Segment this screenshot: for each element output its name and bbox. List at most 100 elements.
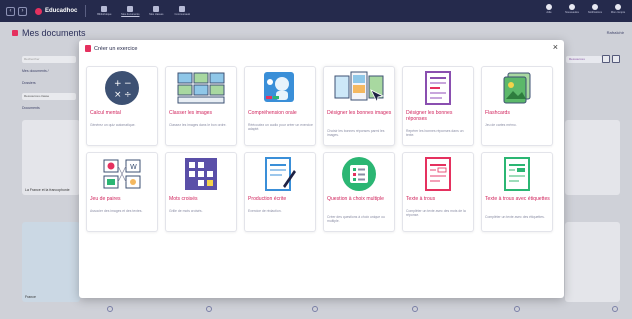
- card-designer-bonnes-reponses[interactable]: Désigner les bonnes réponses Repérer les…: [402, 66, 474, 146]
- image-gallery-icon: [166, 69, 236, 107]
- help-button[interactable]: Aide: [541, 4, 557, 14]
- exercise-icon: [85, 45, 91, 52]
- nav-bibliotheque[interactable]: Bibliothèque: [94, 6, 114, 16]
- card-question-choix-multiple[interactable]: Question à choix multiple Créer des ques…: [323, 152, 395, 232]
- card-title: Jeu de paires: [90, 196, 121, 202]
- calculator-icon: + − × ÷: [87, 69, 157, 107]
- filter-select[interactable]: Ressources: [566, 56, 602, 63]
- card-classer-images[interactable]: Classer les images Classez les images da…: [165, 66, 237, 146]
- svg-text:+: +: [114, 79, 122, 89]
- card-production-ecrite[interactable]: Production écrite Exercice de rédaction.: [244, 152, 316, 232]
- top-right-actions: Aide Nouveautés Notifications Mon compte: [541, 4, 626, 14]
- card-description: Créer des questions à choix unique ou mu…: [327, 215, 385, 224]
- folder-item[interactable]: Ressources classe: [22, 93, 76, 100]
- forward-icon[interactable]: ›: [18, 6, 27, 16]
- card-description: Générez un quiz automatique.: [90, 123, 136, 127]
- card-title: Compréhension orale: [248, 110, 297, 116]
- dialog-header: Créer un exercice: [85, 45, 137, 52]
- breadcrumb[interactable]: Mes documents /: [22, 69, 78, 73]
- card-description: Choisir les bonnes réponses parmi les im…: [327, 129, 385, 138]
- news-button[interactable]: Nouveautés: [564, 4, 580, 14]
- refresh-link[interactable]: Rafraîchir: [607, 30, 624, 35]
- separator: [85, 5, 87, 17]
- notifications-button[interactable]: Notifications: [587, 4, 603, 14]
- card-designer-bonnes-images[interactable]: Désigner les bonnes images Choisir les b…: [323, 66, 395, 146]
- writing-icon: [245, 155, 315, 193]
- card-description: Associer des images et des textes.: [90, 209, 143, 213]
- user-avatar-icon: [615, 4, 621, 10]
- fill-blanks-icon: [403, 155, 473, 193]
- card-title: Calcul mental: [90, 110, 121, 116]
- nav-communaute[interactable]: Communauté: [172, 6, 192, 16]
- bell-icon: [592, 4, 598, 10]
- dialog-title: Créer un exercice: [94, 45, 138, 52]
- documents-icon: [127, 6, 134, 12]
- card-texte-trous-etiquettes[interactable]: Texte à trous avec étiquettes Compléter …: [481, 152, 553, 232]
- card-mots-croises[interactable]: Mots croisés Grille de mots croisés.: [165, 152, 237, 232]
- history-nav: ‹ ›: [6, 6, 27, 16]
- card-texte-a-trous[interactable]: Texte à trous Compléter un texte avec de…: [402, 152, 474, 232]
- info-icon[interactable]: [206, 306, 212, 312]
- document-tile-partial[interactable]: [565, 222, 620, 302]
- crossword-icon: [166, 155, 236, 193]
- close-button[interactable]: ×: [553, 42, 558, 52]
- document-tile[interactable]: La France et la francophonie: [22, 120, 80, 195]
- info-icon[interactable]: [514, 306, 520, 312]
- grid-view-icon[interactable]: [602, 55, 610, 63]
- card-description: Compléter un texte avec des mots de la r…: [406, 209, 466, 218]
- card-flashcards[interactable]: Flashcards Jeu de cartes mémo.: [481, 66, 553, 146]
- card-description: Exercice de rédaction.: [248, 209, 282, 213]
- documents-icon: [12, 30, 18, 36]
- select-images-icon: [324, 69, 394, 107]
- account-button[interactable]: Mon compte: [610, 4, 626, 14]
- card-title: Flashcards: [485, 110, 510, 116]
- app-logo[interactable]: Educadhoc: [35, 7, 78, 15]
- nav-mes-documents[interactable]: Mes documents: [120, 6, 140, 16]
- select-answers-icon: [403, 69, 473, 107]
- card-comprehension-orale[interactable]: Compréhension orale Réécoutez un audio p…: [244, 66, 316, 146]
- document-tile[interactable]: France: [22, 222, 80, 302]
- info-icon[interactable]: [107, 306, 113, 312]
- list-view-icon[interactable]: [612, 55, 620, 63]
- back-icon[interactable]: ‹: [6, 6, 15, 16]
- create-exercise-dialog: Créer un exercice × + − × ÷ Calcul menta…: [79, 40, 564, 298]
- exercise-grid: + − × ÷ Calcul mental Générez un quiz au…: [86, 66, 553, 232]
- card-description: Repérer les bonnes réponses dans un text…: [406, 129, 464, 138]
- folders-heading: Dossiers: [22, 81, 36, 85]
- top-app-bar: ‹ › Educadhoc Bibliothèque Mes documents…: [0, 0, 632, 22]
- help-icon: [546, 4, 552, 10]
- classes-icon: [153, 6, 160, 12]
- svg-text:W: W: [130, 163, 137, 171]
- view-toggle: [602, 55, 620, 63]
- card-description: Grille de mots croisés.: [169, 209, 203, 213]
- card-description: Classez les images dans le bon ordre.: [169, 123, 227, 127]
- documents-sidebar: Rechercher Mes documents / Dossiers Ress…: [22, 56, 78, 118]
- listening-icon: [245, 69, 315, 107]
- multiple-choice-icon: [324, 155, 394, 193]
- flashcards-icon: [482, 69, 552, 107]
- card-title: Texte à trous: [406, 196, 436, 202]
- nav-mes-classes[interactable]: Mes classes: [146, 6, 166, 16]
- card-title: Production écrite: [248, 196, 287, 202]
- library-icon: [101, 6, 108, 12]
- card-jeu-de-paires[interactable]: W Jeu de paires Associer des images et d…: [86, 152, 158, 232]
- card-calcul-mental[interactable]: + − × ÷ Calcul mental Générez un quiz au…: [86, 66, 158, 146]
- documents-heading: Documents: [22, 106, 40, 110]
- app-name: Educadhoc: [45, 8, 78, 14]
- page-title: Mes documents: [12, 28, 86, 38]
- search-input[interactable]: Rechercher: [22, 56, 76, 63]
- document-tile-partial[interactable]: [565, 120, 620, 195]
- star-icon: [569, 4, 575, 10]
- info-icon[interactable]: [412, 306, 418, 312]
- card-description: Compléter un texte avec des étiquettes.: [485, 215, 545, 219]
- info-icon[interactable]: [312, 306, 318, 312]
- community-icon: [179, 6, 186, 12]
- app-switcher: Bibliothèque Mes documents Mes classes C…: [94, 6, 192, 16]
- card-title: Classer les images: [169, 110, 213, 116]
- info-icon[interactable]: [612, 306, 618, 312]
- card-title: Désigner les bonnes images: [327, 110, 392, 116]
- educadhoc-logo-icon: [35, 7, 42, 15]
- card-title: Désigner les bonnes réponses: [406, 110, 453, 123]
- card-title: Texte à trous avec étiquettes: [485, 196, 550, 202]
- svg-text:÷: ÷: [124, 90, 132, 100]
